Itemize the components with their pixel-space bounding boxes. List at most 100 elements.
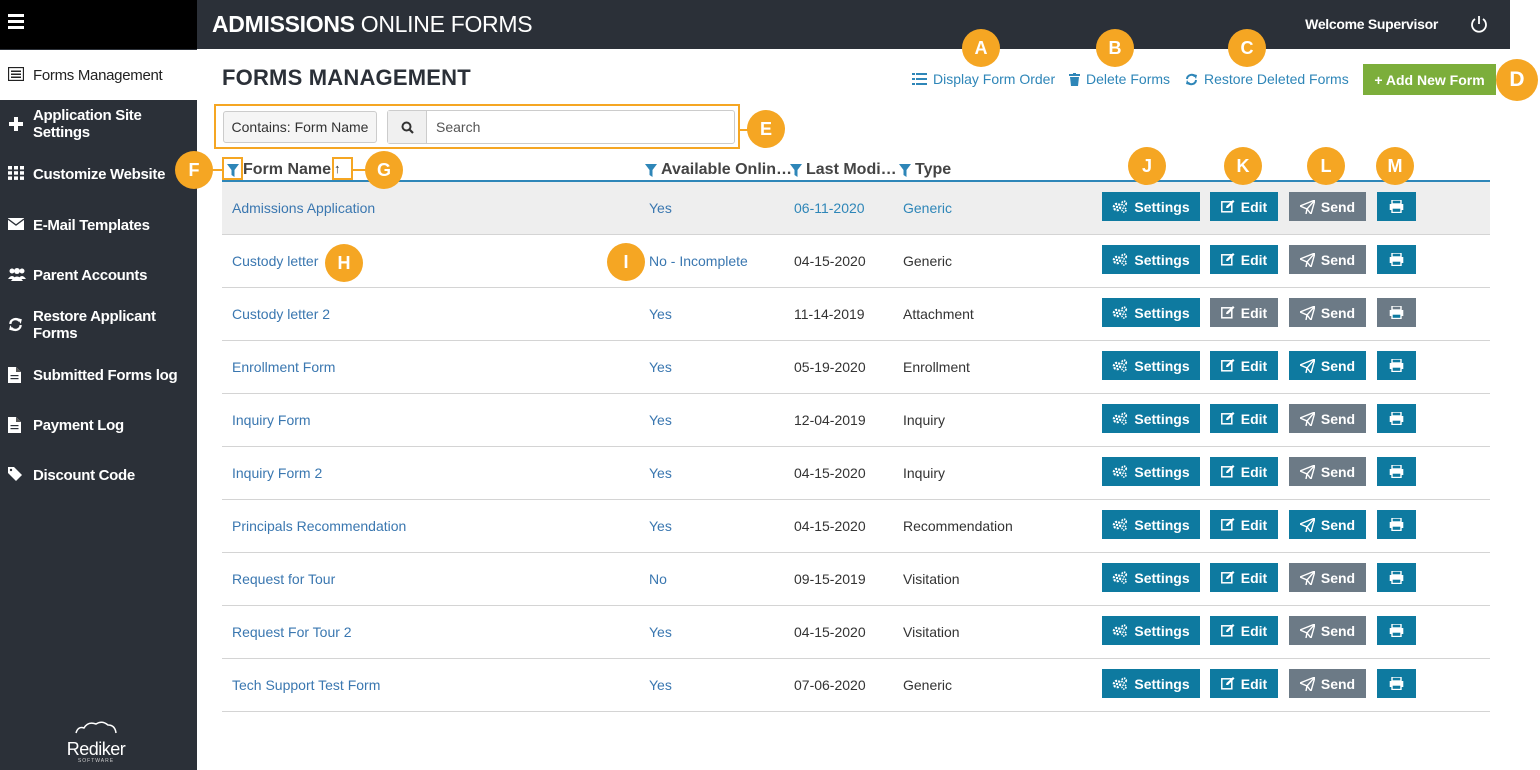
table-row[interactable]: Tech Support Test Form Yes 07-06-2020 Gener… — [222, 659, 1490, 712]
edit-icon — [1220, 677, 1235, 690]
send-button[interactable]: Send — [1289, 616, 1366, 645]
print-button[interactable] — [1377, 404, 1416, 433]
table-row[interactable]: Custody letter No - Incomplete 04-15-2020 G… — [222, 235, 1490, 288]
form-name-link[interactable]: Inquiry Form 2 — [232, 465, 322, 481]
print-icon — [1389, 677, 1404, 690]
table-row[interactable]: Inquiry Form 2 Yes 04-15-2020 Inquiry Settin… — [222, 447, 1490, 500]
settings-button[interactable]: Settings — [1102, 669, 1200, 698]
edit-button[interactable]: Edit — [1210, 563, 1278, 592]
filter-icon[interactable] — [645, 163, 657, 177]
callout-badge-m: M — [1376, 147, 1414, 185]
paper-plane-icon — [1299, 517, 1315, 532]
settings-button[interactable]: Settings — [1102, 245, 1200, 274]
sidebar-item-forms-management[interactable]: Forms Management — [0, 50, 197, 100]
search-button[interactable] — [388, 111, 427, 143]
column-header-available-online[interactable]: Available Onlin… — [645, 161, 792, 179]
send-button[interactable]: Send — [1289, 351, 1366, 380]
form-name-link[interactable]: Request For Tour 2 — [232, 624, 352, 640]
column-header-last-modified[interactable]: Last Modi… — [790, 161, 897, 179]
form-name-link[interactable]: Admissions Application — [232, 200, 375, 216]
send-button[interactable]: Send — [1289, 298, 1366, 327]
table-row[interactable]: Inquiry Form Yes 12-04-2019 Inquiry Settings… — [222, 394, 1490, 447]
edit-button[interactable]: Edit — [1210, 457, 1278, 486]
form-name-link[interactable]: Custody letter 2 — [232, 306, 330, 322]
hamburger-menu-icon[interactable] — [8, 14, 24, 29]
send-button[interactable]: Send — [1289, 457, 1366, 486]
edit-button[interactable]: Edit — [1210, 245, 1278, 274]
column-header-type[interactable]: Type — [899, 161, 951, 179]
search-input[interactable] — [436, 111, 726, 143]
settings-button[interactable]: Settings — [1102, 510, 1200, 539]
print-icon — [1389, 412, 1404, 425]
print-button[interactable] — [1377, 563, 1416, 592]
table-row[interactable]: Custody letter 2 Yes 11-14-2019 Attachment S… — [222, 288, 1490, 341]
edit-button[interactable]: Edit — [1210, 192, 1278, 221]
form-name-link[interactable]: Custody letter — [232, 253, 318, 269]
table-row[interactable]: Request For Tour 2 Yes 04-15-2020 Visitatio… — [222, 606, 1490, 659]
gears-icon — [1113, 677, 1128, 690]
add-new-form-button[interactable]: + Add New Form — [1363, 64, 1496, 95]
sidebar-item-restore-applicant-forms[interactable]: Restore Applicant Forms — [0, 300, 197, 350]
sidebar-item-payment-log[interactable]: Payment Log — [0, 400, 197, 450]
send-button[interactable]: Send — [1289, 245, 1366, 274]
print-button[interactable] — [1377, 245, 1416, 274]
send-button[interactable]: Send — [1289, 192, 1366, 221]
delete-forms-link[interactable]: Delete Forms — [1069, 71, 1170, 87]
settings-button[interactable]: Settings — [1102, 298, 1200, 327]
form-name-link[interactable]: Principals Recommendation — [232, 518, 406, 534]
form-name-link[interactable]: Enrollment Form — [232, 359, 335, 375]
table-row[interactable]: Admissions Application Yes 06-11-2020 Gener… — [222, 182, 1490, 235]
last-modified-date: 07-06-2020 — [794, 677, 866, 693]
edit-button[interactable]: Edit — [1210, 669, 1278, 698]
send-button[interactable]: Send — [1289, 510, 1366, 539]
table-row[interactable]: Enrollment Form Yes 05-19-2020 Enrollment Se… — [222, 341, 1490, 394]
edit-button[interactable]: Edit — [1210, 616, 1278, 645]
table-row[interactable]: Request for Tour No 09-15-2019 Visitation Se… — [222, 553, 1490, 606]
form-name-link[interactable]: Inquiry Form — [232, 412, 311, 428]
send-button[interactable]: Send — [1289, 669, 1366, 698]
print-button[interactable] — [1377, 192, 1416, 221]
tag-icon — [8, 467, 24, 483]
gears-icon — [1113, 412, 1128, 425]
edit-button[interactable]: Edit — [1210, 510, 1278, 539]
print-button[interactable] — [1377, 510, 1416, 539]
print-button[interactable] — [1377, 616, 1416, 645]
print-button[interactable] — [1377, 457, 1416, 486]
print-icon — [1389, 253, 1404, 266]
settings-button[interactable]: Settings — [1102, 616, 1200, 645]
list-icon — [7, 66, 25, 83]
sidebar-item-customize-website[interactable]: Customize Website — [0, 149, 197, 199]
sidebar-item-parent-accounts[interactable]: Parent Accounts — [0, 250, 197, 300]
settings-button[interactable]: Settings — [1102, 404, 1200, 433]
display-form-order-link[interactable]: Display Form Order — [912, 71, 1055, 87]
print-button[interactable] — [1377, 669, 1416, 698]
filter-icon[interactable] — [790, 163, 802, 177]
edit-button[interactable]: Edit — [1210, 404, 1278, 433]
sidebar-item-e-mail-templates[interactable]: E-Mail Templates — [0, 200, 197, 250]
sidebar-item-discount-code[interactable]: Discount Code — [0, 450, 197, 500]
print-button[interactable] — [1377, 351, 1416, 380]
settings-button[interactable]: Settings — [1102, 563, 1200, 592]
paper-plane-icon — [1299, 570, 1315, 585]
power-icon[interactable] — [1469, 14, 1489, 34]
edit-button[interactable]: Edit — [1210, 298, 1278, 327]
form-type: Recommendation — [903, 518, 1013, 534]
form-name-link[interactable]: Tech Support Test Form — [232, 677, 380, 693]
settings-button[interactable]: Settings — [1102, 351, 1200, 380]
refresh-icon — [8, 317, 24, 333]
send-button[interactable]: Send — [1289, 404, 1366, 433]
page-title: FORMS MANAGEMENT — [222, 65, 471, 90]
print-button[interactable] — [1377, 298, 1416, 327]
sidebar-item-submitted-forms-log[interactable]: Submitted Forms log — [0, 350, 197, 400]
last-modified-date: 06-11-2020 — [794, 200, 865, 216]
filter-icon[interactable] — [899, 163, 911, 177]
table-row[interactable]: Principals Recommendation Yes 04-15-2020 Re… — [222, 500, 1490, 553]
send-button[interactable]: Send — [1289, 563, 1366, 592]
settings-button[interactable]: Settings — [1102, 192, 1200, 221]
edit-button[interactable]: Edit — [1210, 351, 1278, 380]
search-filter-dropdown[interactable]: Contains: Form Name — [223, 111, 377, 143]
sidebar-item-application-site-settings[interactable]: Application Site Settings — [0, 99, 197, 149]
settings-button[interactable]: Settings — [1102, 457, 1200, 486]
restore-deleted-forms-link[interactable]: Restore Deleted Forms — [1185, 71, 1349, 87]
form-name-link[interactable]: Request for Tour — [232, 571, 335, 587]
